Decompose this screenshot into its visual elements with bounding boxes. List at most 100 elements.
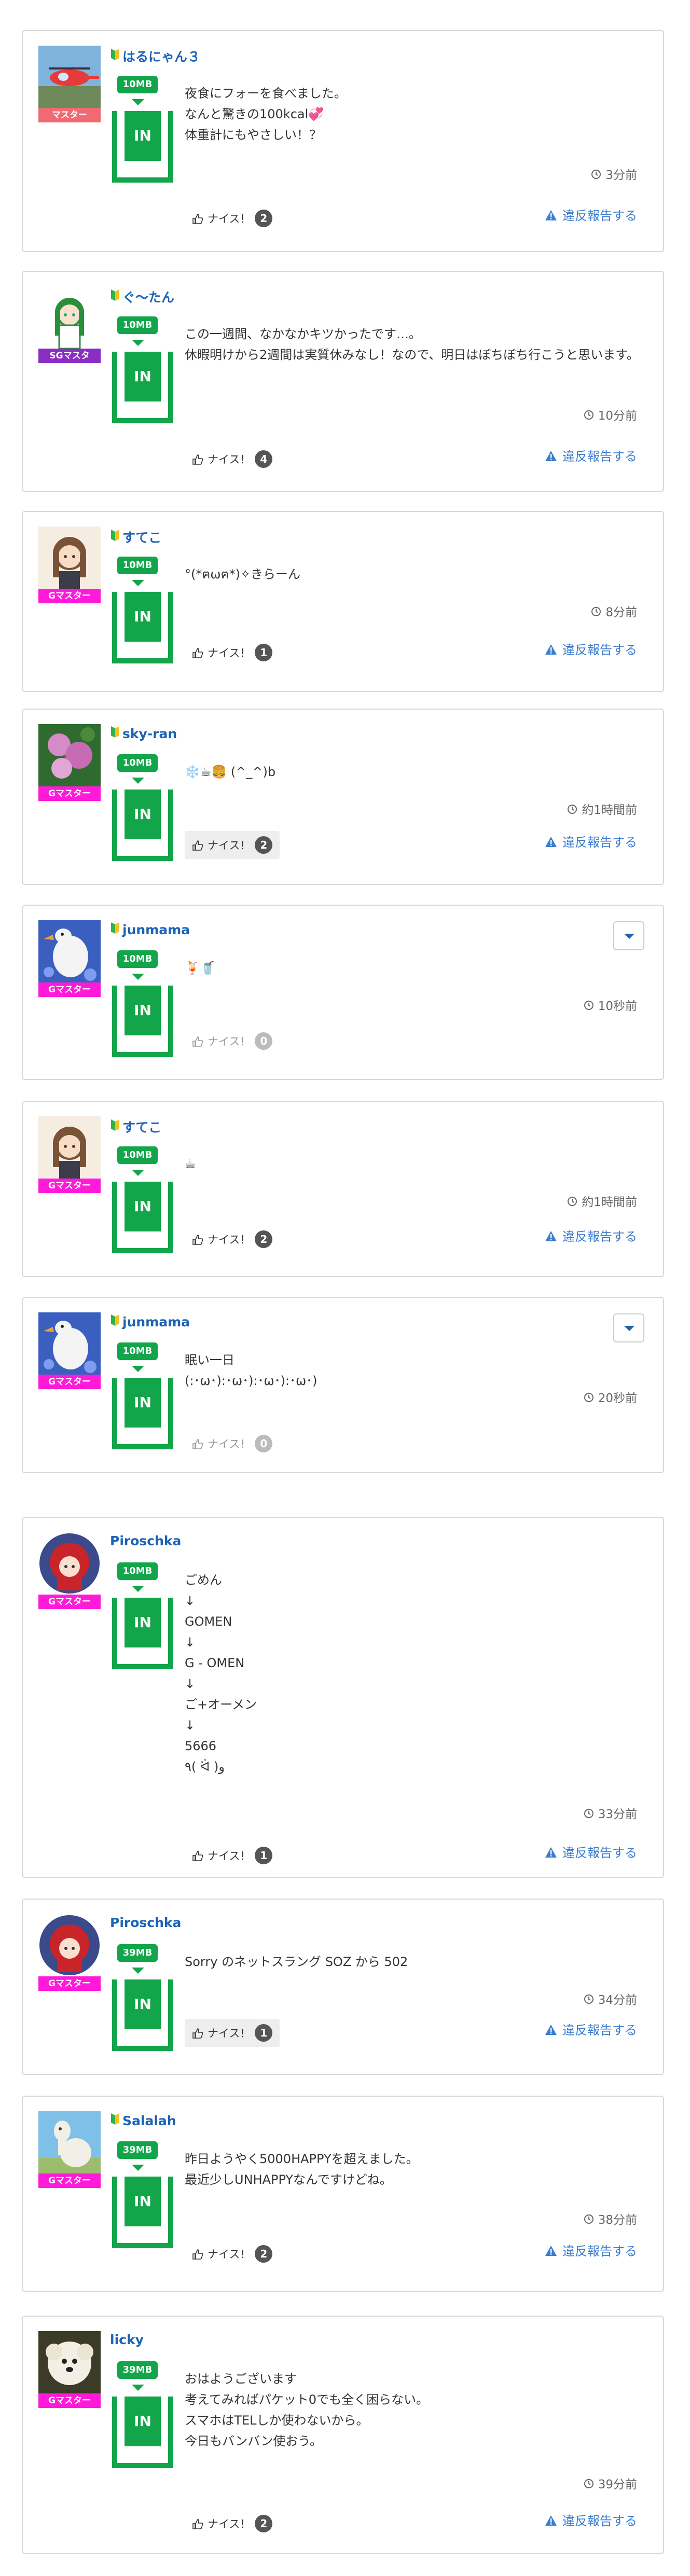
nice-count: 2 bbox=[255, 210, 273, 227]
report-label[interactable]: 違反報告する bbox=[562, 1226, 637, 1244]
post-time-text: 10分前 bbox=[598, 409, 637, 423]
down-arrow-icon bbox=[132, 778, 144, 784]
report-link[interactable]: 違反報告する bbox=[545, 2511, 637, 2529]
username[interactable]: すてこ bbox=[122, 528, 161, 546]
report-label[interactable]: 違反報告する bbox=[562, 205, 637, 224]
report-link[interactable]: 違反報告する bbox=[545, 1843, 637, 1861]
report-link[interactable]: 違反報告する bbox=[545, 832, 637, 850]
data-mb-badge: 10MB bbox=[117, 1562, 158, 1580]
nice-count: 2 bbox=[255, 2245, 273, 2263]
report-label[interactable]: 違反報告する bbox=[562, 640, 637, 658]
nice-button: ナイス！ 0 bbox=[185, 1430, 280, 1458]
post-time-text: 33分前 bbox=[598, 1808, 637, 1821]
post-time: 3分前 bbox=[591, 165, 637, 183]
nice-count: 1 bbox=[255, 2024, 273, 2042]
username[interactable]: すてこ bbox=[122, 1117, 161, 1136]
report-link[interactable]: 違反報告する bbox=[545, 446, 637, 464]
report-link[interactable]: 違反報告する bbox=[545, 2020, 637, 2038]
swan-photo-icon[interactable] bbox=[38, 1312, 101, 1375]
red-hood-girl-icon[interactable] bbox=[38, 1532, 101, 1595]
username[interactable]: licky bbox=[110, 2332, 144, 2347]
nice-label: ナイス！ bbox=[208, 2248, 251, 2261]
post-card: Gマスター すてこ 10MB IN °(*ฅωฅ*)✧きらーん 8分前 違反報告… bbox=[22, 511, 664, 692]
report-link[interactable]: 違反報告する bbox=[545, 1226, 637, 1244]
post-time-text: 10秒前 bbox=[598, 1000, 637, 1013]
clock-icon bbox=[584, 1992, 594, 2005]
thumbs-up-icon bbox=[192, 212, 203, 225]
down-arrow-icon bbox=[132, 2165, 144, 2171]
hydrangea-photo-icon[interactable] bbox=[38, 724, 101, 786]
username-link[interactable]: はるにゃん３ bbox=[110, 47, 200, 65]
username-link[interactable]: Piroschka bbox=[110, 1533, 181, 1548]
username-link[interactable]: すてこ bbox=[110, 1117, 161, 1136]
username[interactable]: Salalah bbox=[122, 2113, 176, 2128]
post-message: 昨日ようやく5000HAPPYを超えました。 最近少しUNHAPPYなんですけど… bbox=[185, 2152, 419, 2187]
report-link[interactable]: 違反報告する bbox=[545, 205, 637, 224]
username[interactable]: Piroschka bbox=[110, 1915, 181, 1930]
beginner-mark-icon bbox=[110, 48, 120, 64]
nice-button[interactable]: ナイス！ 2 bbox=[185, 204, 280, 232]
clock-icon bbox=[584, 2476, 594, 2490]
nice-button[interactable]: ナイス！ 2 bbox=[185, 2240, 280, 2268]
report-label[interactable]: 違反報告する bbox=[562, 2511, 637, 2529]
anime-girl-brown-icon[interactable] bbox=[38, 1116, 101, 1179]
nice-button[interactable]: ナイス！ 2 bbox=[185, 831, 280, 859]
username[interactable]: junmama bbox=[122, 1314, 190, 1329]
in-label: IN bbox=[125, 790, 161, 839]
report-label[interactable]: 違反報告する bbox=[562, 446, 637, 464]
report-link[interactable]: 違反報告する bbox=[545, 640, 637, 658]
alpaca-photo-icon[interactable] bbox=[38, 2111, 101, 2173]
nice-button[interactable]: ナイス！ 1 bbox=[185, 2019, 280, 2047]
post-message: ☕ bbox=[185, 1157, 196, 1171]
username-link[interactable]: Salalah bbox=[110, 2112, 176, 2129]
dog-photo-icon[interactable] bbox=[38, 2331, 101, 2393]
post-menu-dropdown[interactable] bbox=[613, 921, 644, 950]
username-link[interactable]: junmama bbox=[110, 1313, 190, 1330]
report-label[interactable]: 違反報告する bbox=[562, 2020, 637, 2038]
beginner-mark-icon bbox=[110, 288, 120, 305]
in-label: IN bbox=[125, 111, 161, 161]
username-link[interactable]: licky bbox=[110, 2332, 144, 2347]
swan-photo-icon[interactable] bbox=[38, 920, 101, 982]
anime-girl-icon[interactable] bbox=[38, 286, 101, 349]
clock-icon bbox=[584, 408, 594, 421]
report-link[interactable]: 違反報告する bbox=[545, 2241, 637, 2259]
in-box: IN bbox=[112, 1378, 173, 1449]
down-arrow-icon bbox=[132, 580, 144, 586]
thumbs-up-icon bbox=[192, 2027, 203, 2039]
post-menu-dropdown[interactable] bbox=[613, 1313, 644, 1342]
username[interactable]: junmama bbox=[122, 922, 190, 937]
data-mb-badge: 10MB bbox=[117, 316, 158, 334]
in-box: IN bbox=[112, 592, 173, 663]
username[interactable]: はるにゃん３ bbox=[122, 47, 200, 65]
helicopter-photo-icon[interactable] bbox=[38, 46, 101, 108]
down-arrow-icon bbox=[132, 974, 144, 980]
nice-label: ナイス！ bbox=[208, 839, 251, 852]
nice-button[interactable]: ナイス！ 2 bbox=[185, 1225, 280, 1253]
nice-button[interactable]: ナイス！ 1 bbox=[185, 639, 280, 667]
username[interactable]: sky-ran bbox=[122, 726, 177, 741]
username-link[interactable]: すてこ bbox=[110, 528, 161, 546]
username[interactable]: ぐ〜たん bbox=[122, 287, 174, 306]
username-link[interactable]: ぐ〜たん bbox=[110, 287, 174, 306]
in-label: IN bbox=[125, 1598, 161, 1647]
username[interactable]: Piroschka bbox=[110, 1533, 181, 1548]
down-arrow-icon bbox=[132, 1170, 144, 1176]
report-label[interactable]: 違反報告する bbox=[562, 1843, 637, 1861]
username-link[interactable]: Piroschka bbox=[110, 1915, 181, 1930]
post-time: 約1時間前 bbox=[567, 1192, 637, 1210]
data-mb-badge: 10MB bbox=[117, 950, 158, 968]
nice-button[interactable]: ナイス！ 2 bbox=[185, 2510, 280, 2538]
thumbs-up-icon bbox=[192, 1035, 203, 1047]
username-link[interactable]: junmama bbox=[110, 921, 190, 938]
report-label[interactable]: 違反報告する bbox=[562, 832, 637, 850]
username-link[interactable]: sky-ran bbox=[110, 725, 177, 742]
nice-button[interactable]: ナイス！ 4 bbox=[185, 445, 280, 473]
down-arrow-icon bbox=[132, 340, 144, 346]
red-hood-girl-icon[interactable] bbox=[38, 1914, 101, 1976]
report-label[interactable]: 違反報告する bbox=[562, 2241, 637, 2259]
nice-button[interactable]: ナイス！ 1 bbox=[185, 1841, 280, 1869]
anime-girl-brown-icon[interactable] bbox=[38, 527, 101, 589]
in-label: IN bbox=[125, 1378, 161, 1428]
post-card: マスター はるにゃん３ 10MB IN 夜食にフォーを食べました。 なんと驚きの… bbox=[22, 30, 664, 252]
